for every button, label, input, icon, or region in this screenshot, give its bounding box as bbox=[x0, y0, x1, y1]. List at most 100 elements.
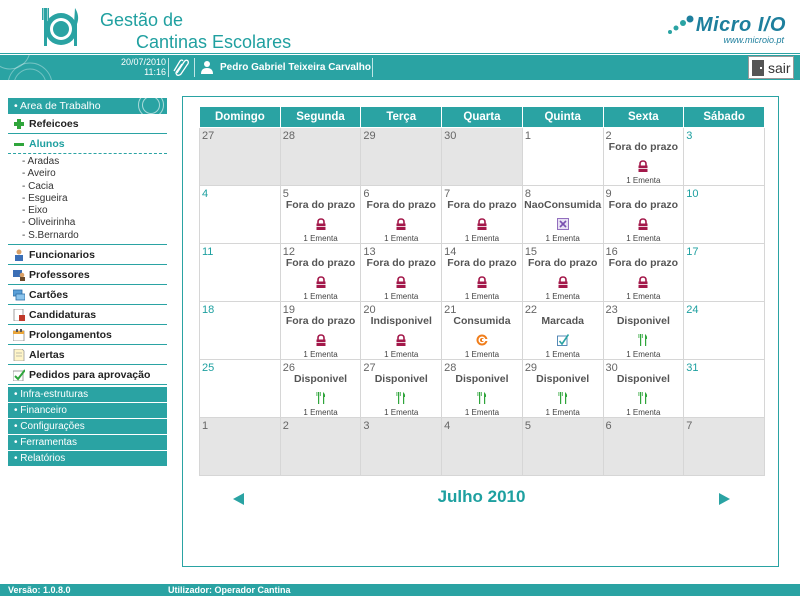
lock-icon[interactable] bbox=[395, 217, 407, 230]
school-link-aveiro[interactable]: - Aveiro bbox=[22, 168, 167, 180]
lock-icon[interactable] bbox=[395, 333, 407, 346]
calendar-day-cell[interactable]: 10 bbox=[683, 184, 765, 244]
calendar-day-cell[interactable]: 7 Fora do prazo 1 Ementa bbox=[441, 184, 523, 244]
lock-icon[interactable] bbox=[476, 275, 488, 288]
calendar-day-cell[interactable]: 16 Fora do prazo 1 Ementa bbox=[602, 242, 685, 302]
calendar-day-cell[interactable]: 17 bbox=[683, 242, 765, 302]
calendar-day-cell[interactable]: 18 bbox=[199, 300, 281, 360]
calendar-day-cell[interactable]: 23 Disponivel 1 Ementa bbox=[602, 300, 685, 360]
calendar-day-cell[interactable]: 6 Fora do prazo 1 Ementa bbox=[360, 184, 443, 244]
menu-count[interactable]: 1 Ementa bbox=[604, 292, 684, 301]
calendar-day-cell[interactable]: 19 Fora do prazo 1 Ementa bbox=[279, 300, 362, 360]
calendar-day-cell[interactable]: 8 NaoConsumida 1 Ementa bbox=[521, 184, 604, 244]
menu-count[interactable]: 1 Ementa bbox=[604, 408, 684, 417]
sidebar-workspace-header[interactable]: • Area de Trabalho bbox=[8, 98, 167, 114]
menu-count[interactable]: 1 Ementa bbox=[442, 350, 522, 359]
calendar-day-cell[interactable]: 28 Disponivel 1 Ementa bbox=[441, 358, 523, 418]
calendar-day-cell[interactable]: 26 Disponivel 1 Ementa bbox=[279, 358, 362, 418]
menu-count[interactable]: 1 Ementa bbox=[361, 234, 441, 243]
calendar-day-cell[interactable]: 1 bbox=[521, 126, 604, 186]
menu-count[interactable]: 1 Ementa bbox=[361, 350, 441, 359]
consumed-icon[interactable] bbox=[476, 334, 488, 346]
calendar-day-cell[interactable]: 9 Fora do prazo 1 Ementa bbox=[602, 184, 685, 244]
lock-icon[interactable] bbox=[315, 333, 327, 346]
calendar-day-cell[interactable]: 5 Fora do prazo 1 Ementa bbox=[279, 184, 362, 244]
menu-count[interactable]: 1 Ementa bbox=[361, 292, 441, 301]
calendar-day-cell[interactable]: 11 bbox=[199, 242, 281, 302]
paperclip-icon[interactable] bbox=[172, 58, 190, 76]
lock-icon[interactable] bbox=[637, 159, 649, 172]
menu-count[interactable]: 1 Ementa bbox=[604, 350, 684, 359]
calendar-day-cell[interactable]: 21 Consumida 1 Ementa bbox=[441, 300, 523, 360]
menu-count[interactable]: 1 Ementa bbox=[281, 234, 361, 243]
calendar-day-cell[interactable]: 14 Fora do prazo 1 Ementa bbox=[441, 242, 523, 302]
menu-configuracoes[interactable]: • Configurações bbox=[8, 419, 167, 436]
menu-infra-estruturas[interactable]: • Infra-estruturas bbox=[8, 387, 167, 404]
calendar-day-cell[interactable]: 30 Disponivel 1 Ementa bbox=[602, 358, 685, 418]
menu-count[interactable]: 1 Ementa bbox=[604, 176, 684, 185]
school-link-cacia[interactable]: - Cacia bbox=[22, 181, 167, 193]
calendar-day-cell[interactable]: 15 Fora do prazo 1 Ementa bbox=[521, 242, 604, 302]
menu-financeiro[interactable]: • Financeiro bbox=[8, 403, 167, 420]
logout-button[interactable]: sair bbox=[748, 56, 794, 79]
menu-count[interactable]: 1 Ementa bbox=[281, 292, 361, 301]
menu-relatorios[interactable]: • Relatórios bbox=[8, 451, 167, 468]
sidebar-item-prolongamentos[interactable]: Prolongamentos bbox=[8, 325, 167, 346]
cutlery-icon[interactable] bbox=[637, 333, 649, 346]
lock-icon[interactable] bbox=[315, 217, 327, 230]
calendar-day-cell[interactable]: 29 Disponivel 1 Ementa bbox=[521, 358, 604, 418]
menu-count[interactable]: 1 Ementa bbox=[442, 292, 522, 301]
sidebar-item-candidaturas[interactable]: Candidaturas bbox=[8, 305, 167, 326]
menu-count[interactable]: 1 Ementa bbox=[361, 408, 441, 417]
menu-count[interactable]: 1 Ementa bbox=[523, 408, 603, 417]
lock-icon[interactable] bbox=[476, 217, 488, 230]
calendar-day-cell[interactable]: 4 bbox=[199, 184, 281, 244]
lock-icon[interactable] bbox=[395, 275, 407, 288]
sidebar-item-pedidos-aprovacao[interactable]: Pedidos para aprovação bbox=[8, 365, 167, 386]
sidebar-item-funcionarios[interactable]: Funcionarios bbox=[8, 245, 167, 266]
lock-icon[interactable] bbox=[637, 275, 649, 288]
calendar-day-cell[interactable]: 3 bbox=[683, 126, 765, 186]
menu-count[interactable]: 1 Ementa bbox=[281, 408, 361, 417]
calendar-day-cell[interactable]: 22 Marcada 1 Ementa bbox=[521, 300, 604, 360]
menu-ferramentas[interactable]: • Ferramentas bbox=[8, 435, 167, 452]
cutlery-icon[interactable] bbox=[637, 391, 649, 404]
menu-count[interactable]: 1 Ementa bbox=[604, 234, 684, 243]
day-number: 3 bbox=[686, 129, 693, 142]
menu-count[interactable]: 1 Ementa bbox=[281, 350, 361, 359]
calendar-day-cell[interactable]: 27 Disponivel 1 Ementa bbox=[360, 358, 443, 418]
calendar-day-cell[interactable]: 2 Fora do prazo 1 Ementa bbox=[602, 126, 685, 186]
school-link-eixo[interactable]: - Eixo bbox=[22, 205, 167, 217]
menu-count[interactable]: 1 Ementa bbox=[442, 408, 522, 417]
school-link-s-bernardo[interactable]: - S.Bernardo bbox=[22, 230, 167, 242]
menu-count[interactable]: 1 Ementa bbox=[523, 292, 603, 301]
calendar-day-cell[interactable]: 31 bbox=[683, 358, 765, 418]
calendar-day-cell[interactable]: 13 Fora do prazo 1 Ementa bbox=[360, 242, 443, 302]
lock-icon[interactable] bbox=[315, 275, 327, 288]
next-month-arrow-icon[interactable] bbox=[719, 493, 730, 505]
calendar-day-cell[interactable]: 24 bbox=[683, 300, 765, 360]
school-link-esgueira[interactable]: - Esgueira bbox=[22, 193, 167, 205]
booked-check-icon[interactable] bbox=[556, 333, 569, 346]
meal-status: Fora do prazo bbox=[447, 198, 517, 211]
menu-count[interactable]: 1 Ementa bbox=[442, 234, 522, 243]
sidebar-item-alunos[interactable]: Alunos bbox=[8, 134, 167, 154]
sidebar-item-alertas[interactable]: Alertas bbox=[8, 345, 167, 366]
calendar-day-cell[interactable]: 20 Indisponivel 1 Ementa bbox=[360, 300, 443, 360]
not-consumed-icon[interactable] bbox=[556, 217, 569, 230]
cutlery-icon[interactable] bbox=[557, 391, 569, 404]
lock-icon[interactable] bbox=[557, 275, 569, 288]
menu-count[interactable]: 1 Ementa bbox=[523, 350, 603, 359]
school-link-oliveirinha[interactable]: - Oliveirinha bbox=[22, 217, 167, 229]
sidebar-item-professores[interactable]: Professores bbox=[8, 265, 167, 286]
sidebar-item-refeicoes[interactable]: Refeicoes bbox=[8, 114, 167, 134]
menu-count[interactable]: 1 Ementa bbox=[523, 234, 603, 243]
sidebar-item-cartoes[interactable]: Cartões bbox=[8, 285, 167, 306]
cutlery-icon[interactable] bbox=[476, 391, 488, 404]
cutlery-icon[interactable] bbox=[395, 391, 407, 404]
school-link-aradas[interactable]: - Aradas bbox=[22, 156, 167, 168]
calendar-day-cell[interactable]: 25 bbox=[199, 358, 281, 418]
cutlery-icon[interactable] bbox=[315, 391, 327, 404]
lock-icon[interactable] bbox=[637, 217, 649, 230]
calendar-day-cell[interactable]: 12 Fora do prazo 1 Ementa bbox=[279, 242, 362, 302]
